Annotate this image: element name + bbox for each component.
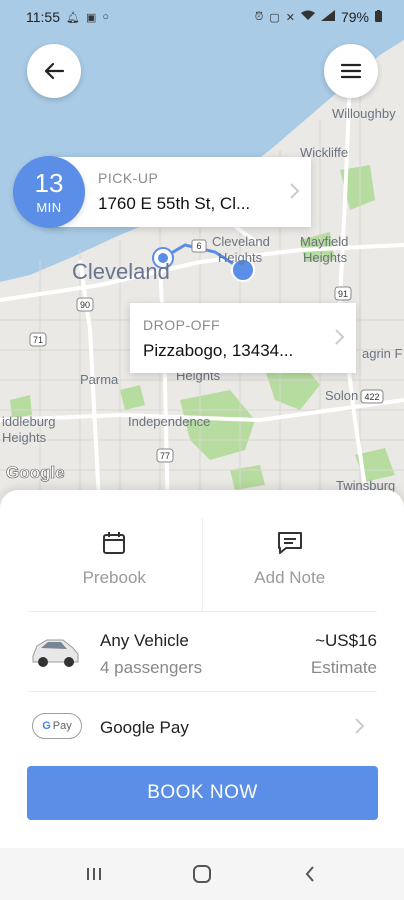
pickup-card[interactable]: PICK-UP 1760 E 55th St, Cl... — [48, 157, 311, 227]
fare-estimate-label: Estimate — [310, 658, 377, 677]
dropoff-label: DROP-OFF — [143, 317, 221, 333]
road-91-label: 91 — [338, 289, 348, 299]
google-pay-icon: G Pay — [32, 713, 82, 739]
eta-badge: 13 MIN — [13, 156, 85, 228]
status-bar: 11:55 🔔︎ ▣ ○ ⏰︎ ▢ ✕ 79% — [0, 0, 404, 34]
chevron-right-icon — [290, 183, 300, 199]
add-note-label: Add Note — [254, 568, 326, 587]
pickup-label: PICK-UP — [98, 170, 159, 186]
car-icon — [32, 639, 79, 667]
map-label-chagrin: agrin F — [362, 346, 403, 361]
gpay-g: G — [42, 720, 51, 732]
fare-price: ~US$16 — [315, 631, 377, 650]
map-label-solon: Solon — [325, 388, 358, 403]
system-nav-bar — [0, 848, 404, 900]
map-label-cleveland: Cleveland — [72, 259, 170, 284]
arrow-left-icon — [44, 62, 65, 80]
back-button[interactable] — [27, 44, 81, 98]
vehicle-name: Any Vehicle — [100, 631, 189, 650]
recent-apps-icon — [87, 868, 101, 880]
map-label-middleburg-1: iddleburg — [2, 414, 56, 429]
notification-bell-icon: 🔔︎ — [66, 11, 80, 24]
map-label-parma: Parma — [80, 372, 119, 387]
map-label-cleveland-heights-2: Heights — [218, 250, 263, 265]
home-icon — [193, 865, 211, 883]
map-label-mayfield-1: Mayfield — [300, 234, 348, 249]
vehicle-passengers: 4 passengers — [100, 658, 203, 677]
road-90-label: 90 — [80, 300, 90, 310]
wifi-icon — [300, 10, 315, 24]
dropoff-card[interactable]: DROP-OFF Pizzabogo, 13434... — [130, 303, 356, 373]
whatsapp-icon: ○ — [102, 11, 110, 23]
google-attribution: Google — [6, 463, 65, 482]
menu-button[interactable] — [324, 44, 378, 98]
map-label-cleveland-heights-1: Cleveland — [212, 234, 270, 249]
battery-percent: 79% — [340, 9, 369, 25]
payment-method-label: Google Pay — [100, 718, 189, 737]
gpay-pay: Pay — [52, 720, 72, 732]
booking-sheet: Prebook Add Note Any Vehicle 4 passenger… — [0, 490, 404, 848]
road-71-label: 71 — [33, 335, 43, 345]
booking-options: Prebook Add Note — [27, 518, 377, 612]
road-422-label: 422 — [364, 392, 379, 402]
status-right: ⏰︎ ▢ ✕ 79% — [255, 9, 382, 25]
prebook-label: Prebook — [82, 568, 146, 587]
payment-row[interactable]: G Pay Google Pay — [27, 692, 377, 762]
map-label-mayfield-2: Heights — [303, 250, 348, 265]
home-button[interactable] — [182, 854, 222, 894]
pickup-address: 1760 E 55th St, Cl... — [98, 194, 251, 213]
status-time: 11:55 — [26, 9, 60, 25]
map-label-independence: Independence — [128, 414, 210, 429]
recent-apps-button[interactable] — [74, 854, 114, 894]
add-note-button[interactable]: Add Note — [201, 518, 378, 611]
calendar-icon — [103, 532, 126, 554]
road-77-label: 77 — [160, 451, 170, 461]
signal-icon — [320, 10, 335, 24]
book-now-button[interactable]: BOOK NOW — [27, 766, 378, 820]
note-bubble-icon — [277, 532, 302, 554]
gallery-icon: ▣ — [85, 11, 97, 24]
status-left: 11:55 🔔︎ ▣ ○ — [26, 9, 109, 25]
vehicle-row[interactable]: Any Vehicle 4 passengers ~US$16 Estimate — [27, 612, 377, 692]
dropoff-address: Pizzabogo, 13434... — [143, 341, 294, 360]
nfc-icon: ▢ — [269, 11, 280, 24]
map-label-willoughby: Willoughby — [332, 106, 396, 121]
prebook-button[interactable]: Prebook — [27, 518, 202, 611]
hamburger-menu-icon — [340, 63, 362, 79]
chevron-right-icon — [355, 718, 365, 734]
road-6-label: 6 — [196, 241, 201, 251]
eta-value: 13 — [34, 167, 64, 198]
map-label-middleburg-2: Heights — [2, 430, 47, 445]
eta-unit: MIN — [36, 199, 62, 215]
chevron-left-icon — [305, 866, 314, 882]
system-back-button[interactable] — [290, 854, 330, 894]
chevron-right-icon — [335, 329, 345, 345]
alarm-icon: ⏰︎ — [254, 10, 264, 23]
mute-icon: ✕ — [285, 11, 295, 24]
battery-icon — [375, 9, 382, 25]
